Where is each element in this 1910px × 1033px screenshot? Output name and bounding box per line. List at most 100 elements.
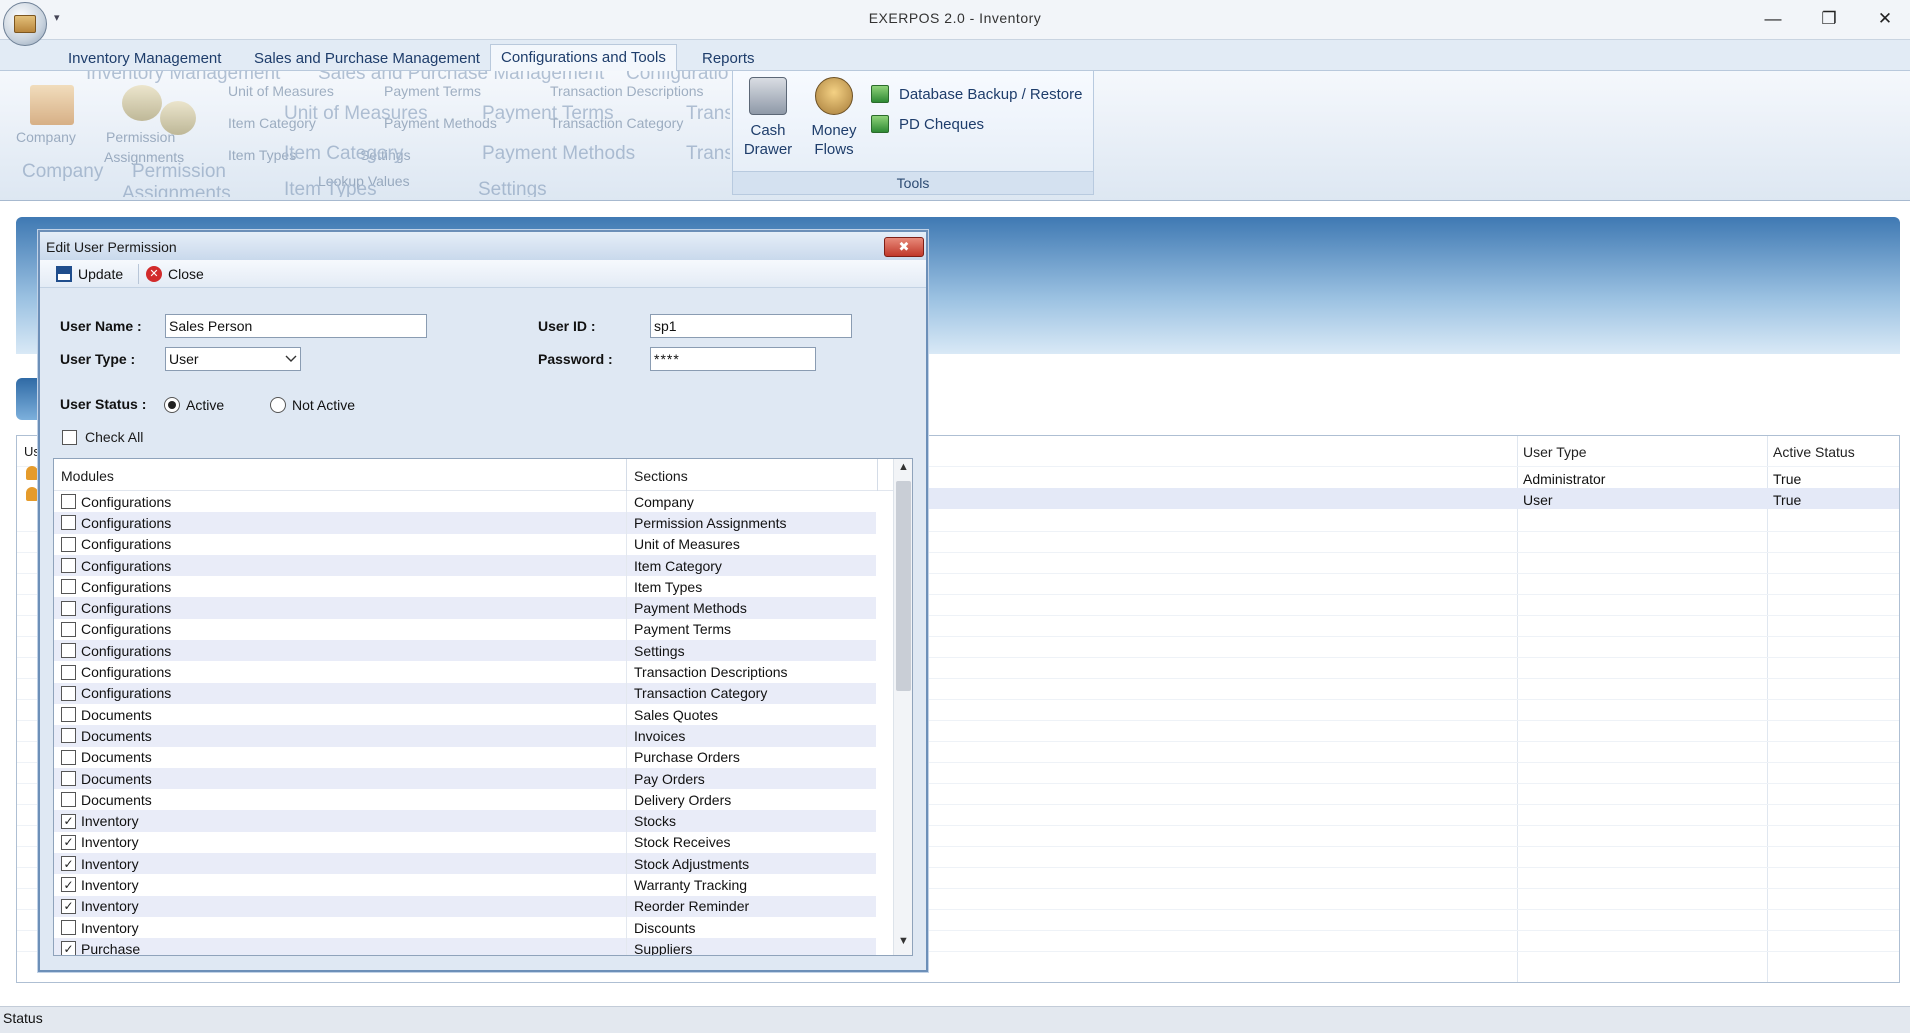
tab-sales-purchase-management[interactable]: Sales and Purchase Management (244, 46, 490, 71)
column-header-user-type[interactable]: User Type (1523, 444, 1587, 460)
status-active-label: Active (186, 397, 225, 413)
money-flows-button[interactable]: Money Flows (801, 77, 867, 159)
app-menu-icon[interactable] (3, 2, 47, 46)
restore-button[interactable]: ❐ (1806, 4, 1852, 34)
update-button[interactable]: Update (56, 264, 123, 284)
close-button[interactable]: ✕ Close (146, 264, 204, 284)
permission-row[interactable]: Documents Purchase Orders (54, 746, 876, 768)
permission-row[interactable]: Configurations Item Category (54, 554, 876, 577)
permission-checkbox[interactable] (61, 579, 76, 595)
permission-checkbox[interactable]: ✓ (61, 941, 76, 955)
column-separator (626, 725, 627, 747)
permission-row[interactable]: ✓ Inventory Stock Adjustments (54, 853, 876, 875)
permission-row[interactable]: Inventory Discounts (54, 916, 876, 939)
column-separator (626, 831, 627, 854)
permission-row[interactable]: Documents Sales Quotes (54, 703, 876, 726)
username-field[interactable]: Sales Person (165, 314, 427, 338)
permission-checkbox[interactable] (61, 515, 76, 531)
password-field[interactable]: **** (650, 347, 816, 371)
permission-row[interactable]: ✓ Purchase Suppliers (54, 938, 876, 955)
permission-checkbox[interactable] (61, 792, 76, 808)
side-panel-tab[interactable] (16, 378, 40, 420)
section-cell: Payment Terms (634, 621, 731, 638)
scrollbar-thumb[interactable] (896, 481, 911, 691)
section-cell: Transaction Category (634, 685, 768, 702)
ghost-label: Company (16, 129, 76, 145)
pd-cheques-button[interactable]: PD Cheques (871, 113, 984, 135)
status-not-active-radio[interactable]: Not Active (270, 397, 355, 413)
scroll-down-icon[interactable]: ▼ (894, 935, 912, 953)
module-cell: Configurations (81, 621, 172, 638)
permission-row[interactable]: Documents Invoices (54, 725, 876, 747)
column-separator (626, 512, 627, 534)
usertype-select[interactable]: User (165, 347, 301, 371)
status-active-radio[interactable]: Active (164, 397, 224, 413)
ghost-label: Payment Methods (384, 115, 497, 131)
permission-row[interactable]: ✓ Inventory Stocks (54, 810, 876, 832)
column-separator (626, 682, 627, 704)
ghost-label: Trans (686, 103, 730, 124)
column-header-active-status[interactable]: Active Status (1773, 444, 1855, 460)
permission-row[interactable]: Configurations Transaction Descriptions (54, 661, 876, 683)
database-backup-restore-button[interactable]: Database Backup / Restore (871, 83, 1082, 105)
tab-reports[interactable]: Reports (692, 46, 765, 71)
minimize-button[interactable]: — (1750, 4, 1796, 34)
permission-checkbox[interactable] (61, 621, 76, 637)
permission-row[interactable]: Configurations Company (54, 491, 876, 513)
section-cell: Pay Orders (634, 770, 705, 787)
permission-checkbox[interactable] (61, 664, 76, 680)
money-flows-label: Money (811, 122, 857, 139)
permission-checkbox[interactable]: ✓ (61, 877, 76, 893)
column-separator (626, 533, 627, 555)
permission-checkbox[interactable] (61, 494, 76, 510)
permission-row[interactable]: ✓ Inventory Reorder Reminder (54, 895, 876, 917)
permission-checkbox[interactable]: ✓ (61, 813, 76, 829)
database-icon (871, 85, 889, 103)
check-all-checkbox[interactable]: Check All (62, 429, 143, 445)
permission-row[interactable]: Configurations Transaction Category (54, 682, 876, 704)
permission-row[interactable]: ✓ Inventory Stock Receives (54, 831, 876, 854)
close-window-button[interactable]: ✕ (1862, 4, 1908, 34)
permission-checkbox[interactable] (61, 600, 76, 616)
dialog-close-button[interactable]: ✖ (884, 237, 924, 257)
user-type-cell[interactable]: User (1523, 492, 1553, 508)
permission-checkbox[interactable] (61, 728, 76, 744)
vertical-scrollbar[interactable]: ▲ ▼ (893, 459, 912, 955)
column-header-sections[interactable]: Sections (634, 468, 688, 484)
column-separator (1767, 436, 1768, 982)
permission-checkbox[interactable] (61, 685, 76, 701)
permission-checkbox[interactable] (61, 771, 76, 786)
permission-row[interactable]: Configurations Payment Methods (54, 597, 876, 619)
permission-checkbox[interactable] (61, 558, 76, 574)
permission-checkbox[interactable] (61, 536, 76, 552)
column-header-modules[interactable]: Modules (61, 468, 114, 484)
permission-row[interactable]: Documents Delivery Orders (54, 789, 876, 811)
permission-row[interactable]: ✓ Inventory Warranty Tracking (54, 874, 876, 896)
active-status-cell[interactable]: True (1773, 492, 1801, 508)
permission-checkbox[interactable] (61, 920, 76, 936)
section-cell: Purchase Orders (634, 749, 740, 766)
scroll-up-icon[interactable]: ▲ (894, 461, 912, 479)
tab-inventory-management[interactable]: Inventory Management (58, 46, 231, 71)
checkbox (62, 429, 77, 445)
permission-checkbox[interactable]: ✓ (61, 856, 76, 872)
permission-row[interactable]: Configurations Unit of Measures (54, 533, 876, 555)
permission-row[interactable]: Configurations Item Types (54, 576, 876, 598)
tab-configurations-and-tools[interactable]: Configurations and Tools (490, 44, 677, 72)
permission-row[interactable]: Configurations Settings (54, 640, 876, 662)
permission-checkbox[interactable] (61, 749, 76, 765)
permission-checkbox[interactable]: ✓ (61, 898, 76, 914)
permission-row[interactable]: Documents Pay Orders (54, 767, 876, 790)
module-cell: Configurations (81, 493, 172, 510)
permission-checkbox[interactable] (61, 643, 76, 659)
permission-checkbox[interactable] (61, 707, 76, 723)
permission-row[interactable]: Configurations Permission Assignments (54, 512, 876, 534)
cash-drawer-button[interactable]: Cash Drawer (735, 77, 801, 159)
permission-row[interactable]: Configurations Payment Terms (54, 618, 876, 641)
user-type-cell[interactable]: Administrator (1523, 471, 1605, 487)
column-separator (626, 618, 627, 641)
userid-field[interactable]: sp1 (650, 314, 852, 338)
permission-checkbox[interactable]: ✓ (61, 834, 76, 850)
section-cell: Reorder Reminder (634, 898, 750, 915)
active-status-cell[interactable]: True (1773, 471, 1801, 487)
